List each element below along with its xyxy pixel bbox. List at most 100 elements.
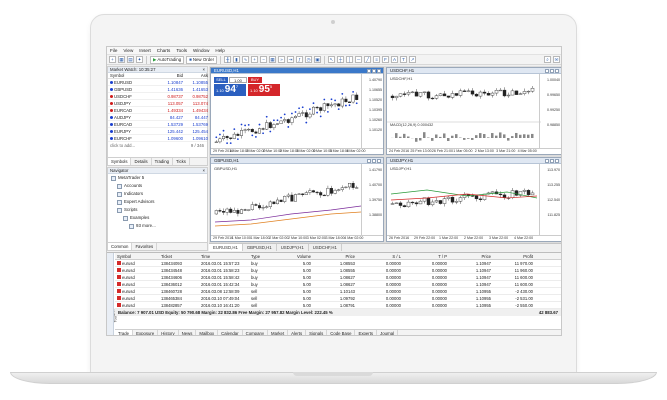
indicators-icon[interactable]: ƒ — [296, 56, 304, 63]
minimize-icon[interactable] — [367, 68, 371, 73]
tab-alerts[interactable]: Alerts — [288, 330, 307, 335]
menu-charts[interactable]: Charts — [157, 48, 171, 53]
menu-file[interactable]: File — [110, 48, 117, 53]
menu-view[interactable]: View — [123, 48, 133, 53]
tab-symbols[interactable]: Symbols — [108, 158, 132, 165]
navigator-item[interactable]: Accounts — [108, 182, 207, 190]
tab-market[interactable]: Market — [268, 330, 289, 335]
position-row[interactable]: eurusd 138460728 2016.03.08 12:58:09 sell 5.… — [115, 288, 561, 295]
chart-window-usdjpy[interactable]: USDJPY,H1 USDJPY,H1 113.970 113.255 112.54… — [386, 157, 561, 242]
tab-code-base[interactable]: Code Base — [327, 330, 356, 335]
market-watch-row[interactable]: EURUSD 1.10847 1.10855 — [108, 79, 208, 86]
market-watch-row[interactable]: EURJPY 125.442 125.454 — [108, 128, 208, 135]
sell-button[interactable]: SELL — [214, 77, 228, 83]
new-chart-icon[interactable]: + — [109, 56, 116, 63]
periods-icon[interactable]: ◷ — [305, 56, 313, 63]
tab-details[interactable]: Details — [131, 158, 152, 165]
tab-favorites[interactable]: Favorites — [132, 243, 158, 250]
navigator-item[interactable]: 93 more... — [108, 222, 207, 230]
menu-insert[interactable]: Insert — [139, 48, 151, 53]
close-icon[interactable] — [555, 68, 559, 73]
tab-history[interactable]: History — [158, 330, 179, 335]
column-ticket[interactable]: Ticket — [161, 253, 201, 259]
chat-icon[interactable]: ✉ — [553, 56, 560, 63]
add-symbol-link[interactable]: click to add... — [110, 142, 135, 149]
chart-window-usdchf[interactable]: USDCHF,H1 USDCHF,H1 MACD(12,26,9) 0.0004… — [386, 67, 561, 155]
bar-chart-icon[interactable]: ╫ — [224, 56, 232, 63]
tab-chart-eurusd[interactable]: EURUSD,H1 — [209, 244, 243, 251]
tab-journal[interactable]: Journal — [377, 330, 399, 335]
tab-ticks[interactable]: Ticks — [173, 158, 190, 165]
sell-price[interactable]: 1.10 94 7 — [214, 84, 246, 96]
tile-windows-icon[interactable]: ▦ — [269, 56, 277, 63]
column-stop-loss[interactable]: S / L — [357, 253, 403, 259]
market-watch-row[interactable]: EURCAD 1.49334 1.49434 — [108, 107, 208, 114]
vertical-line-icon[interactable]: │ — [346, 56, 354, 63]
equidistant-channel-icon[interactable]: ≡ — [373, 56, 381, 63]
tab-calendar[interactable]: Calendar — [218, 330, 243, 335]
minimize-icon[interactable] — [545, 158, 549, 163]
market-watch-row[interactable]: EURCAD 1.53729 1.53769 — [108, 121, 208, 128]
column-type[interactable]: Type — [251, 253, 287, 259]
close-icon[interactable] — [555, 158, 559, 163]
autotrading-button[interactable]: ▶ AutoTrading — [150, 55, 185, 64]
column-price[interactable]: Price — [313, 253, 357, 259]
templates-icon[interactable]: ▣ — [314, 56, 322, 63]
market-watch-icon[interactable]: ▤ — [127, 56, 134, 63]
maximize-icon[interactable] — [550, 68, 554, 73]
tab-chart-usdchf[interactable]: USDCHF,H1 — [309, 244, 342, 251]
buy-button[interactable]: BUY — [248, 77, 262, 83]
search-icon[interactable]: ⌕ — [544, 56, 551, 63]
tab-experts[interactable]: Experts — [355, 330, 378, 335]
market-watch-row[interactable]: EURCHF 1.09600 1.09610 — [108, 135, 208, 142]
chart-window-gbpusd[interactable]: GBPUSD,H1 GBPUSD,H1 1.41790 1.40700 1.3975… — [210, 157, 384, 242]
chart-shift-icon[interactable]: ⇥ — [287, 56, 295, 63]
candlestick-icon[interactable]: ▮ — [233, 56, 241, 63]
lot-size-input[interactable]: 1.00 — [229, 77, 247, 83]
maximize-icon[interactable] — [372, 68, 376, 73]
fibonacci-icon[interactable]: F — [382, 56, 390, 63]
arrows-icon[interactable]: ↗ — [409, 56, 417, 63]
cursor-icon[interactable]: ↖ — [328, 56, 336, 63]
navigator-item[interactable]: Indicators — [108, 190, 207, 198]
menu-tools[interactable]: Tools — [176, 48, 187, 53]
text-icon[interactable]: A — [391, 56, 399, 63]
column-time[interactable]: Time — [201, 253, 251, 259]
market-watch-row[interactable]: AUDJPY 84.427 84.447 — [108, 114, 208, 121]
position-row[interactable]: eurusd 138465384 2016.03.10 07:49:04 sell 5.… — [115, 295, 561, 302]
close-icon[interactable] — [377, 68, 381, 73]
market-watch-row[interactable]: USDJPY 113.057 113.074 — [108, 100, 208, 107]
position-row[interactable]: eurusd 138436012 2016.03.01 15:42:34 buy 5.0… — [115, 281, 561, 288]
tab-news[interactable]: News — [179, 330, 197, 335]
zoom-in-icon[interactable]: + — [251, 56, 259, 63]
tab-signals[interactable]: Signals — [306, 330, 328, 335]
close-icon[interactable]: × — [202, 67, 205, 72]
navigator-item[interactable]: Expert Advisors — [108, 198, 207, 206]
crosshair-icon[interactable]: ┼ — [337, 56, 345, 63]
buy-price[interactable]: 1.10 95 5 — [248, 84, 280, 96]
tab-chart-gbpusd[interactable]: GBPUSD,H1 — [243, 244, 277, 251]
market-watch-row[interactable]: USDCHF 0.98737 0.98752 — [108, 93, 208, 100]
auto-scroll-icon[interactable]: » — [278, 56, 286, 63]
market-watch-row[interactable]: GBPUSD 1.41636 1.41653 — [108, 86, 208, 93]
menu-window[interactable]: Window — [193, 48, 209, 53]
column-profit[interactable]: Profit — [493, 253, 535, 259]
position-row[interactable]: eurusd 138434093 2016.03.01 15:57:23 buy 5.0… — [115, 260, 561, 267]
close-icon[interactable]: × — [202, 168, 205, 173]
tab-common[interactable]: Common — [108, 243, 133, 250]
horizontal-line-icon[interactable]: ─ — [355, 56, 363, 63]
chart-window-eurusd[interactable]: EURUSD,H1 SELL 1.00 BUY 1.10 94 7 1.10 9… — [210, 67, 384, 155]
minimize-icon[interactable] — [545, 68, 549, 73]
minimize-icon[interactable] — [367, 158, 371, 163]
menu-help[interactable]: Help — [215, 48, 224, 53]
profiles-icon[interactable]: ▦ — [118, 56, 125, 63]
position-row[interactable]: eurusd 138434606 2016.03.01 15:58:42 buy 5.0… — [115, 274, 561, 281]
position-row[interactable]: eurusd 138434548 2016.03.01 15:58:23 buy 5.0… — [115, 267, 561, 274]
trendline-icon[interactable]: ╱ — [364, 56, 372, 63]
navigator-item[interactable]: Scripts — [108, 206, 207, 214]
tab-chart-usdjpy[interactable]: USDJPY,H1 — [277, 244, 309, 251]
tab-company[interactable]: Company — [243, 330, 268, 335]
zoom-out-icon[interactable]: − — [260, 56, 268, 63]
label-icon[interactable]: T — [400, 56, 408, 63]
maximize-icon[interactable] — [550, 158, 554, 163]
